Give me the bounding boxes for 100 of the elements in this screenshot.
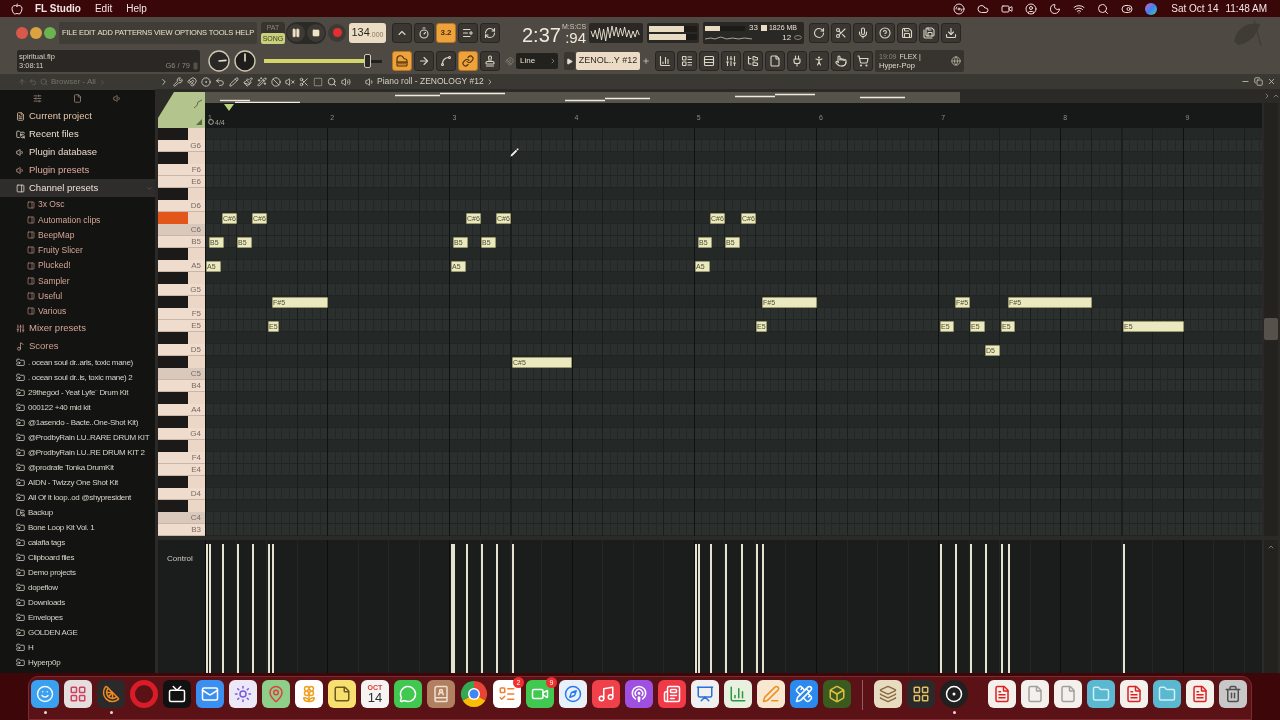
tv-icon[interactable]: [163, 680, 191, 708]
envelope-icon[interactable]: [196, 680, 224, 708]
speaker-icon[interactable]: [341, 76, 351, 87]
speaker-icon[interactable]: [112, 94, 122, 103]
toolbar-toggle[interactable]: 3.2: [436, 22, 456, 43]
flower-icon[interactable]: [295, 680, 323, 708]
browser-item[interactable]: 29thegod - Yeat Lyfe¨ Drum Kit: [0, 385, 155, 400]
browser-item[interactable]: AIDN - Twizzy One Shot Kit: [0, 475, 155, 490]
restore-icon[interactable]: [1254, 77, 1263, 86]
browser-item[interactable]: GOLDEN AGE: [0, 625, 155, 640]
scissors-icon[interactable]: [299, 76, 309, 87]
toolbar-button[interactable]: [809, 51, 829, 71]
magnet-icon[interactable]: [187, 76, 197, 87]
browser-item[interactable]: @ProdbyRain LU..RARE DRUM KIT: [0, 430, 155, 445]
menu-item[interactable]: Edit: [94, 1, 113, 16]
browser-item[interactable]: Backup: [0, 505, 155, 520]
browser-item[interactable]: All Of It loop..od @shypresident: [0, 490, 155, 505]
piano-key[interactable]: F6: [158, 164, 205, 176]
ban-icon[interactable]: [271, 76, 281, 87]
snap-dropdown[interactable]: Line: [516, 53, 558, 69]
browser-item[interactable]: . ocean soul dr..aris, toxic mane): [0, 355, 155, 370]
selection-icon[interactable]: [313, 76, 323, 87]
piano-key[interactable]: G6: [158, 140, 205, 152]
document-icon[interactable]: [988, 680, 1016, 708]
user-icon[interactable]: [1025, 2, 1038, 15]
pause-button[interactable]: [287, 23, 305, 42]
cloud-icon[interactable]: [977, 2, 990, 15]
browser-item[interactable]: dopeflow: [0, 580, 155, 595]
toolbar-button[interactable]: [919, 22, 940, 43]
ring-icon[interactable]: [130, 680, 158, 708]
toolbar-button[interactable]: [897, 22, 918, 43]
segmented-circle-icon[interactable]: [460, 680, 488, 708]
piano-key[interactable]: F5: [158, 308, 205, 320]
toolbar-toggle[interactable]: [414, 51, 434, 71]
knob[interactable]: [208, 50, 230, 72]
lane-scrollbar[interactable]: [1264, 540, 1278, 673]
trash-icon[interactable]: [1219, 680, 1247, 708]
wand-icon[interactable]: [257, 76, 267, 87]
document-icon[interactable]: [1186, 680, 1214, 708]
toolbar-toggle[interactable]: [480, 22, 500, 43]
piano-key[interactable]: D4: [158, 488, 205, 500]
apple-icon[interactable]: [11, 2, 23, 15]
chat-bubble-icon[interactable]: [394, 680, 422, 708]
pattern-menu-button[interactable]: [564, 52, 575, 70]
piano-key[interactable]: F4: [158, 452, 205, 464]
smiley-face-icon[interactable]: [31, 680, 59, 708]
browser-item[interactable]: @ProdbyRain LU..RE DRUM KIT 2: [0, 445, 155, 460]
piano-key[interactable]: E6: [158, 176, 205, 188]
toolbar-toggle[interactable]: [392, 22, 412, 43]
browser-item[interactable]: . ocean soul dr..is, toxic mane) 2: [0, 370, 155, 385]
disc-icon[interactable]: [953, 2, 966, 15]
zoom-button[interactable]: [44, 26, 56, 39]
browser-item[interactable]: Envelopes: [0, 610, 155, 625]
document-icon[interactable]: [1120, 680, 1148, 708]
browser-item[interactable]: Downloads: [0, 595, 155, 610]
browser-item[interactable]: Automation clips: [0, 212, 155, 228]
master-slider-thumb[interactable]: [363, 54, 371, 68]
close-icon[interactable]: [1267, 77, 1276, 86]
piano-key[interactable]: B3: [158, 524, 205, 536]
browser-item[interactable]: Useful: [0, 288, 155, 304]
zoom-icon[interactable]: [327, 76, 337, 87]
toolbar-button[interactable]: [699, 51, 719, 71]
piano-key[interactable]: A4: [158, 404, 205, 416]
toolbar-toggle[interactable]: [458, 22, 478, 43]
toolbar-toggle[interactable]: [392, 51, 412, 71]
toolbar-button[interactable]: [765, 51, 785, 71]
brush-icon[interactable]: [243, 76, 253, 87]
piano-key[interactable]: E5: [158, 320, 205, 332]
browser-item[interactable]: Plugin database: [0, 143, 155, 161]
toolbar-toggle[interactable]: [436, 51, 456, 71]
address-book-icon[interactable]: [427, 680, 455, 708]
app-menu[interactable]: FL Studio: [35, 1, 81, 16]
browser-item[interactable]: Plugin presets: [0, 161, 155, 179]
toggle-icon[interactable]: [1121, 2, 1134, 15]
browser-item[interactable]: @1asendo - Bacte..One-Shot Kit): [0, 415, 155, 430]
piano-key[interactable]: D6: [158, 200, 205, 212]
citrus-icon[interactable]: [97, 680, 125, 708]
mute-icon[interactable]: [285, 76, 295, 87]
piano-key[interactable]: B4: [158, 380, 205, 392]
toolbar-button[interactable]: [809, 22, 830, 43]
undo-icon[interactable]: [215, 76, 225, 87]
pen-icon[interactable]: [757, 680, 785, 708]
cube-icon[interactable]: [823, 680, 851, 708]
search-icon[interactable]: [1097, 2, 1110, 15]
sun-icon[interactable]: [229, 680, 257, 708]
grid-icon[interactable]: [907, 680, 935, 708]
note-icon[interactable]: [328, 680, 356, 708]
browser-item[interactable]: Recent files: [0, 125, 155, 143]
piano-key[interactable]: G5: [158, 284, 205, 296]
toolbar-toggle[interactable]: [480, 51, 500, 71]
sliders-icon[interactable]: [33, 94, 43, 103]
toolbar-button[interactable]: [743, 51, 763, 71]
scrollbar-thumb[interactable]: [1264, 318, 1278, 340]
browser-item[interactable]: 000122 +40 mid kit: [0, 400, 155, 415]
checklist-icon[interactable]: [493, 680, 521, 708]
stop-button[interactable]: [307, 23, 325, 42]
browser-item[interactable]: Demo projects: [0, 565, 155, 580]
pencil-icon[interactable]: [229, 76, 239, 87]
browser-item[interactable]: H: [0, 640, 155, 655]
globe-icon[interactable]: [951, 56, 961, 66]
